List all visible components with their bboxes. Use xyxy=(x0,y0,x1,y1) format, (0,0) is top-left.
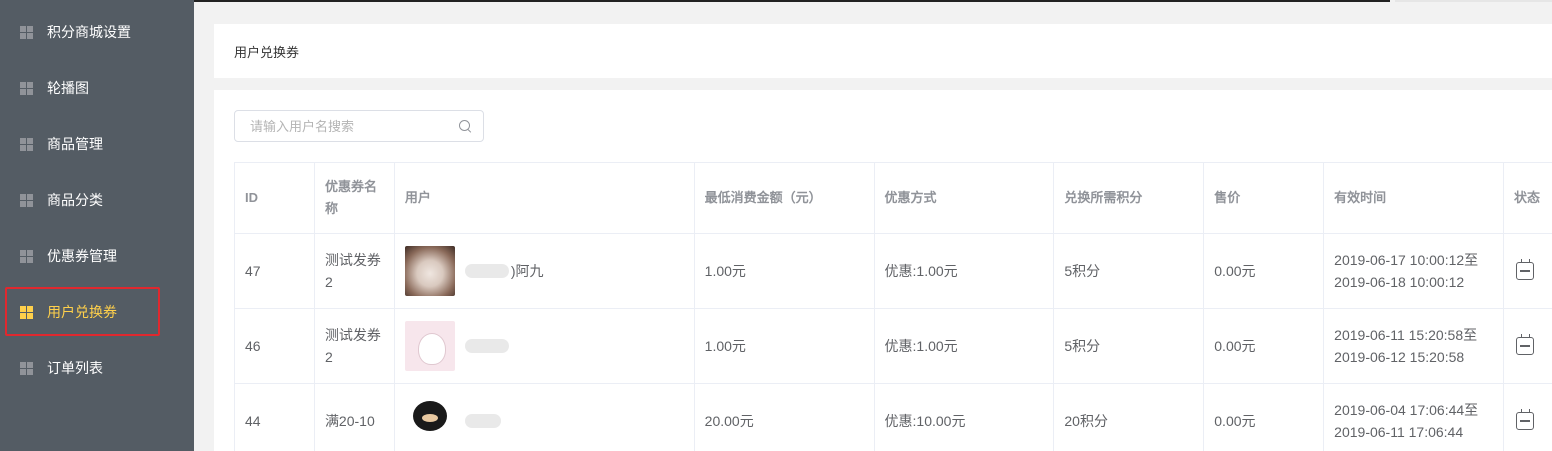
column-header-points[interactable]: 兑换所需积分 xyxy=(1054,163,1205,233)
cell-status xyxy=(1504,309,1552,383)
page-title: 用户兑换券 xyxy=(234,44,300,60)
cell-valid-time: 2019-06-17 10:00:12至 2019-06-18 10:00:12 xyxy=(1324,234,1505,308)
time-start: 2019-06-04 17:06:44至 xyxy=(1334,402,1479,418)
grid-icon xyxy=(20,25,33,39)
grid-icon xyxy=(20,361,33,375)
cell-status xyxy=(1504,234,1552,308)
cell-price: 0.00元 xyxy=(1204,309,1325,383)
redacted-text xyxy=(464,264,509,278)
sidebar-item-label: 订单列表 xyxy=(47,360,103,376)
cell-discount-type: 优惠:10.00元 xyxy=(875,384,1055,451)
content-panel: ID 优惠券名称 用户 最低消费金额（元） 优惠方式 兑换所需积分 售价 有效时… xyxy=(214,90,1552,451)
user-name: )阿九 xyxy=(510,263,544,279)
cell-status xyxy=(1504,384,1552,451)
column-header-id[interactable]: ID xyxy=(235,163,315,233)
column-header-name[interactable]: 优惠券名称 xyxy=(315,163,395,233)
sidebar-item-label: 轮播图 xyxy=(47,80,89,96)
cell-name: 测试发券2 xyxy=(315,234,395,308)
column-header-discount-type[interactable]: 优惠方式 xyxy=(875,163,1055,233)
column-header-min-spend[interactable]: 最低消费金额（元） xyxy=(695,163,875,233)
cell-points: 20积分 xyxy=(1054,384,1205,451)
sidebar-item-coupons[interactable]: 优惠券管理 xyxy=(0,228,194,284)
cell-price: 0.00元 xyxy=(1204,234,1325,308)
grid-icon xyxy=(20,193,33,207)
column-header-price[interactable]: 售价 xyxy=(1204,163,1325,233)
sidebar-item-products[interactable]: 商品管理 xyxy=(0,116,194,172)
table-row[interactable]: 44 满20-10 20.00元 优惠:10.00元 20积分 0.00元 20… xyxy=(235,384,1552,451)
grid-icon xyxy=(20,137,33,151)
sidebar: 积分商城设置 轮播图 商品管理 商品分类 优惠券管理 用户兑换券 订单列表 xyxy=(0,0,194,451)
cell-discount-type: 优惠:1.00元 xyxy=(875,234,1055,308)
bear-avatar xyxy=(404,396,455,446)
page-header: 用户兑换券 xyxy=(214,24,1552,78)
sidebar-item-orders[interactable]: 订单列表 xyxy=(0,340,194,396)
sidebar-item-label: 商品管理 xyxy=(47,136,103,152)
cell-name: 测试发券2 xyxy=(315,309,395,383)
sidebar-item-carousel[interactable]: 轮播图 xyxy=(0,60,194,116)
calendar-icon[interactable] xyxy=(1516,334,1535,355)
search-input[interactable] xyxy=(235,112,459,140)
column-header-user[interactable]: 用户 xyxy=(395,163,695,233)
time-end: 2019-06-18 10:00:12 xyxy=(1334,274,1465,290)
sidebar-item-label: 用户兑换券 xyxy=(47,304,117,320)
cell-name: 满20-10 xyxy=(315,384,395,451)
time-end: 2019-06-12 15:20:58 xyxy=(1334,349,1465,365)
cell-id: 44 xyxy=(235,384,315,451)
time-end: 2019-06-11 17:06:44 xyxy=(1334,424,1464,440)
table-row[interactable]: 47 测试发券2 )阿九 1.00元 优惠:1.00元 5积分 0.00元 20… xyxy=(235,234,1552,309)
search-icon[interactable] xyxy=(459,120,471,132)
top-border-right xyxy=(1395,0,1552,2)
time-start: 2019-06-11 15:20:58至 xyxy=(1334,327,1478,343)
table-header-row: ID 优惠券名称 用户 最低消费金额（元） 优惠方式 兑换所需积分 售价 有效时… xyxy=(235,163,1552,234)
calendar-icon[interactable] xyxy=(1516,259,1535,280)
sidebar-item-categories[interactable]: 商品分类 xyxy=(0,172,194,228)
cell-min-spend: 1.00元 xyxy=(695,234,875,308)
cell-discount-type: 优惠:1.00元 xyxy=(875,309,1055,383)
cell-min-spend: 20.00元 xyxy=(695,384,875,451)
cell-min-spend: 1.00元 xyxy=(695,309,875,383)
grid-icon xyxy=(20,249,33,263)
moomin-avatar xyxy=(404,321,455,371)
grid-icon xyxy=(20,81,33,95)
cell-valid-time: 2019-06-04 17:06:44至 2019-06-11 17:06:44 xyxy=(1324,384,1505,451)
table-row[interactable]: 46 测试发券2 1.00元 优惠:1.00元 5积分 0.00元 2019-0… xyxy=(235,309,1552,384)
calendar-icon[interactable] xyxy=(1516,409,1535,430)
cell-id: 46 xyxy=(235,309,315,383)
column-header-valid-time[interactable]: 有效时间 xyxy=(1324,163,1505,233)
cell-user xyxy=(395,384,695,451)
sidebar-item-label: 优惠券管理 xyxy=(47,248,117,264)
cell-points: 5积分 xyxy=(1054,309,1205,383)
cat-avatar xyxy=(404,246,455,296)
sidebar-item-label: 商品分类 xyxy=(47,192,103,208)
sidebar-item-label: 积分商城设置 xyxy=(47,24,131,40)
column-header-status[interactable]: 状态 xyxy=(1504,163,1552,233)
cell-points: 5积分 xyxy=(1054,234,1205,308)
cell-user xyxy=(395,309,695,383)
time-start: 2019-06-17 10:00:12至 xyxy=(1334,252,1479,268)
cell-id: 47 xyxy=(235,234,315,308)
sidebar-item-user-coupons[interactable]: 用户兑换券 xyxy=(0,284,194,340)
cell-price: 0.00元 xyxy=(1204,384,1325,451)
grid-icon xyxy=(20,305,33,319)
top-border xyxy=(0,0,1390,2)
coupon-table: ID 优惠券名称 用户 最低消费金额（元） 优惠方式 兑换所需积分 售价 有效时… xyxy=(234,162,1552,451)
cell-valid-time: 2019-06-11 15:20:58至 2019-06-12 15:20:58 xyxy=(1324,309,1505,383)
redacted-text xyxy=(464,339,509,353)
search-box xyxy=(234,110,484,142)
sidebar-item-points-mall-settings[interactable]: 积分商城设置 xyxy=(0,4,194,60)
cell-user: )阿九 xyxy=(395,234,695,308)
redacted-text xyxy=(464,414,501,428)
